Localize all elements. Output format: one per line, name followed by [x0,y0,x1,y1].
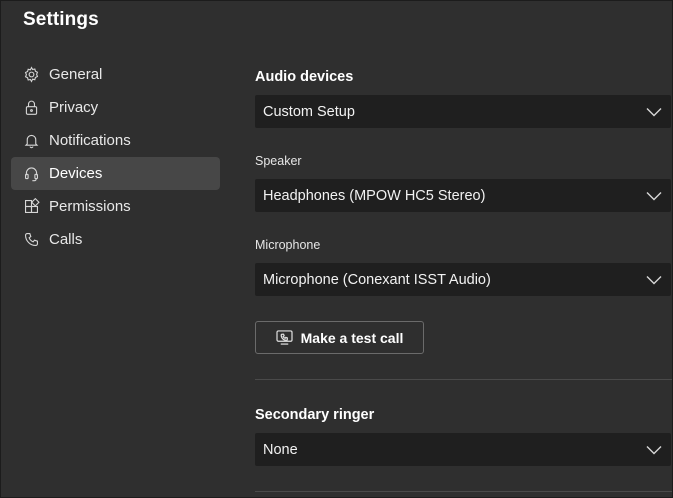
bell-icon [22,132,40,150]
lock-icon [22,99,40,117]
phone-icon [22,231,40,249]
dropdown-value: None [263,441,298,458]
sidebar-item-devices[interactable]: Devices [11,157,220,190]
speaker-label: Speaker [255,154,302,168]
sidebar-item-calls[interactable]: Calls [11,223,220,256]
test-call-icon [276,330,293,345]
section-divider [255,379,672,380]
gear-icon [22,66,40,84]
secondary-ringer-heading: Secondary ringer [255,407,375,423]
microphone-label: Microphone [255,238,321,252]
permissions-icon [22,198,40,216]
settings-window: Settings General Privacy Notifications D… [0,0,673,498]
audio-devices-dropdown[interactable]: Custom Setup [255,95,671,128]
dropdown-value: Headphones (MPOW HC5 Stereo) [263,187,486,204]
chevron-down-icon [637,179,671,212]
sidebar-item-label: General [49,66,103,83]
sidebar-item-label: Devices [49,165,103,182]
sidebar-item-label: Notifications [49,132,131,149]
make-test-call-button[interactable]: Make a test call [255,321,424,354]
sidebar-item-general[interactable]: General [11,58,220,91]
dropdown-value: Microphone (Conexant ISST Audio) [263,271,491,288]
devices-panel: Audio devices Custom Setup Speaker Headp… [255,1,672,497]
sidebar-item-permissions[interactable]: Permissions [11,190,220,223]
microphone-dropdown[interactable]: Microphone (Conexant ISST Audio) [255,263,671,296]
headset-icon [22,165,40,183]
chevron-down-icon [637,433,671,466]
sidebar-item-label: Permissions [49,198,131,215]
page-title: Settings [23,9,99,30]
sidebar-item-privacy[interactable]: Privacy [11,91,220,124]
sidebar-item-notifications[interactable]: Notifications [11,124,220,157]
sidebar-item-label: Calls [49,231,83,248]
audio-devices-heading: Audio devices [255,69,354,85]
secondary-ringer-dropdown[interactable]: None [255,433,671,466]
chevron-down-icon [637,95,671,128]
dropdown-value: Custom Setup [263,103,355,120]
chevron-down-icon [637,263,671,296]
make-test-call-label: Make a test call [300,329,404,346]
section-divider [255,491,672,492]
speaker-dropdown[interactable]: Headphones (MPOW HC5 Stereo) [255,179,671,212]
sidebar-item-label: Privacy [49,99,99,116]
sidebar: General Privacy Notifications Devices Pe… [11,58,220,256]
